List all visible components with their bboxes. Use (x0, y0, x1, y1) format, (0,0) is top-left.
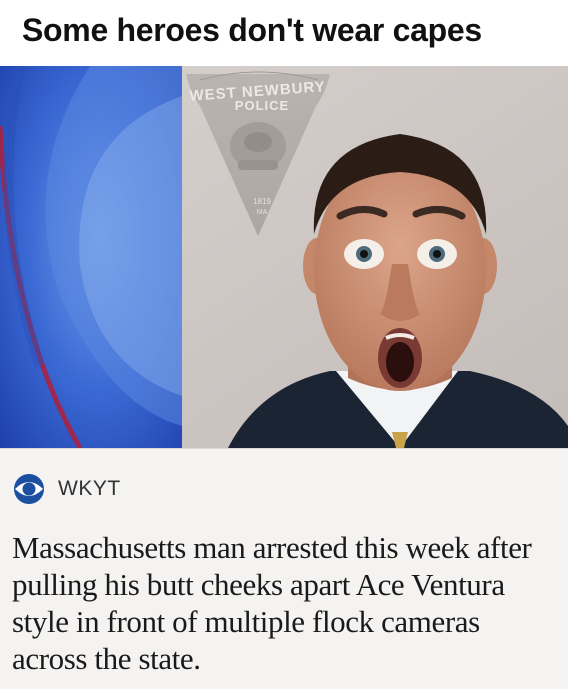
badge-title-text: POLICE (235, 98, 289, 113)
news-headline[interactable]: Massachusetts man arrested this week aft… (12, 529, 560, 677)
news-photo: WEST NEWBURY POLICE 1819 MA (0, 66, 568, 448)
meme-caption: Some heroes don't wear capes (22, 12, 482, 48)
meme-caption-bar: Some heroes don't wear capes (0, 0, 568, 66)
badge-year-text: 1819 (253, 197, 271, 206)
news-card[interactable]: WKYT Massachusetts man arrested this wee… (0, 448, 568, 689)
badge-state-text: MA (257, 209, 268, 216)
blue-graphic-panel (0, 66, 183, 448)
news-source[interactable]: WKYT (12, 473, 121, 505)
cbs-eye-icon (14, 474, 44, 504)
news-source-name: WKYT (58, 477, 121, 500)
